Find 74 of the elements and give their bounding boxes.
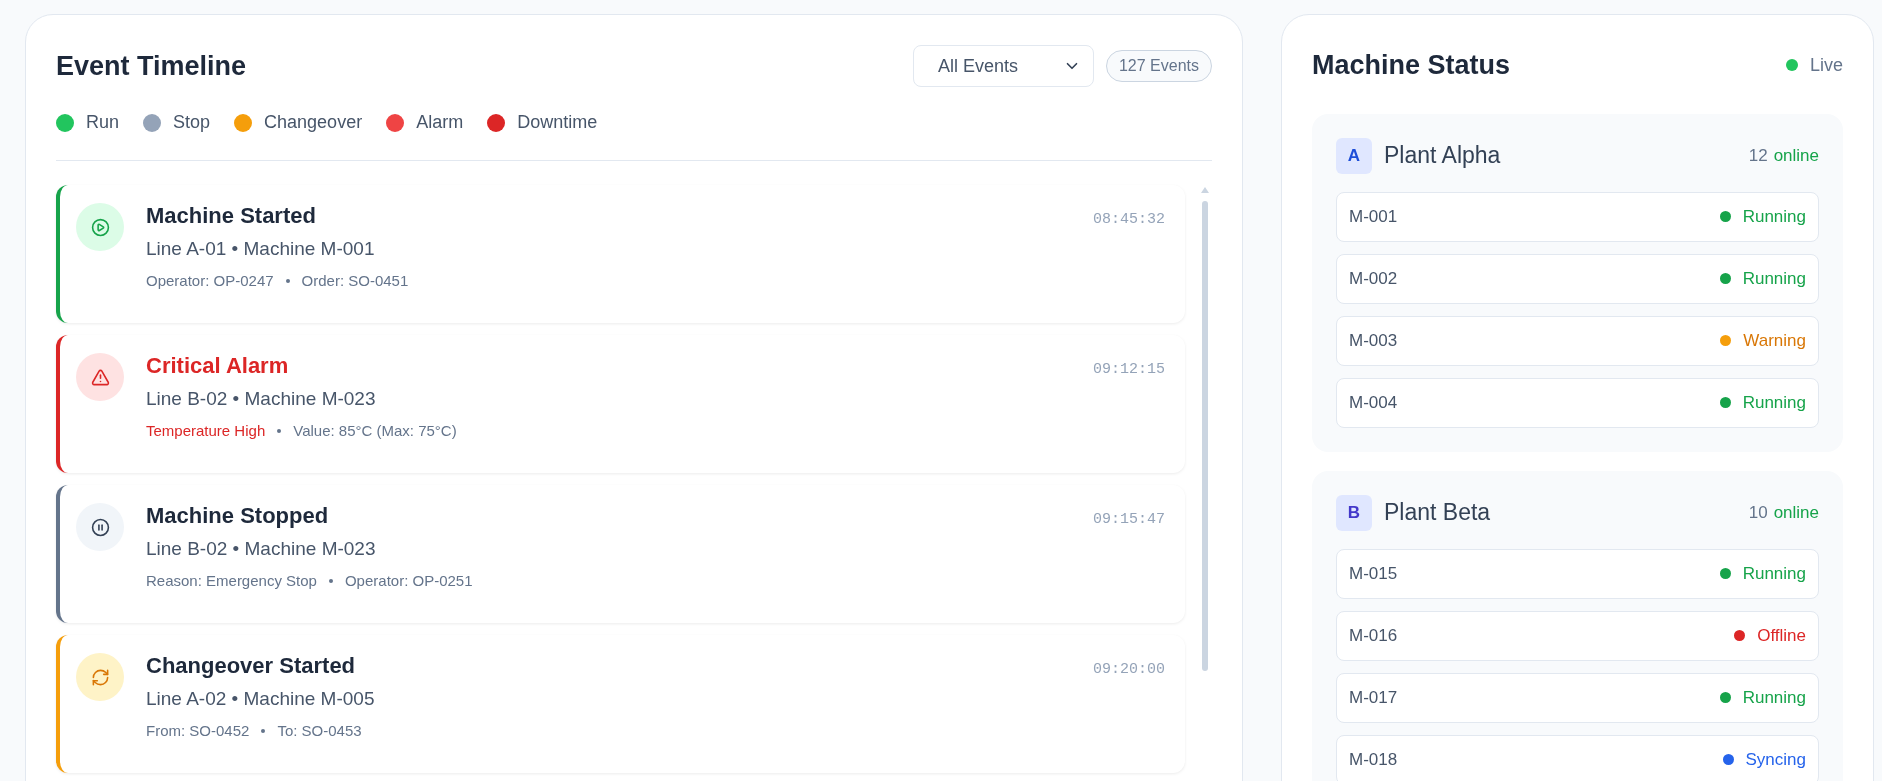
online-count: 12 [1748,144,1768,167]
plant-badge: B [1336,494,1372,531]
warning-icon [76,353,124,401]
plant-name: Plant Alpha [1384,141,1502,171]
event-card[interactable]: Changeover Started Line A-02 • Machine M-005 From: SO-0452 To: SO-0453 09:20:00 [56,635,1185,773]
refresh-icon [76,653,124,701]
machine-id: M-003 [1349,329,1399,352]
plant-badge: A [1336,137,1372,174]
legend-label: Downtime [517,111,598,134]
machine-id: M-001 [1349,205,1399,228]
status-label: Running [1742,267,1806,290]
online-count: 10 [1748,501,1768,524]
event-time: 09:15:47 [1093,510,1165,530]
play-icon [76,203,124,251]
event-title: Machine Stopped [146,502,330,530]
event-detail: Value: 85°C (Max: 75°C) [293,421,457,441]
machine-id: M-002 [1349,267,1399,290]
machine-row[interactable]: M-002 Running [1336,253,1819,304]
pause-icon [76,503,124,551]
event-detail: Temperature High [146,421,266,441]
online-label: online [1773,144,1819,167]
event-time: 08:45:32 [1093,210,1165,230]
bullet-separator [261,729,266,733]
event-location: Line B-02 • Machine M-023 [146,387,377,411]
event-card[interactable]: Critical Alarm Line B-02 • Machine M-023 Temperature High Value: 85°C (Max: 75°C) 09:12:15 [56,335,1185,473]
event-count: 127 Events [1105,50,1212,82]
panel-title: Machine Status [1312,49,1512,82]
plant-name: Plant Beta [1384,498,1492,528]
event-detail: To: SO-0453 [277,721,362,741]
event-time: 09:20:00 [1093,660,1165,680]
event-time: 09:12:15 [1093,360,1165,380]
machine-id: M-016 [1349,624,1399,647]
event-title: Changeover Started [146,652,357,680]
event-detail: Reason: Emergency Stop [146,571,317,591]
legend-label: Alarm [416,111,464,134]
online-label: online [1773,501,1819,524]
legend-label: Changeover [264,111,363,134]
machine-row[interactable]: M-017 Running [1336,672,1819,723]
machine-id: M-004 [1349,391,1399,414]
event-detail: Order: SO-0451 [301,271,409,291]
event-filter-dropdown[interactable]: All Events [912,45,1094,87]
event-card[interactable]: Machine Stopped Line B-02 • Machine M-023 Reason: Emergency Stop Operator: OP-0251 09:15:47 [56,485,1185,623]
event-location: Line A-01 • Machine M-001 [146,237,376,261]
event-title: Critical Alarm [146,352,290,380]
event-detail: From: SO-0452 [146,721,250,741]
status-label: Offline [1757,624,1806,647]
panel-title: Event Timeline [56,49,248,83]
bullet-separator [277,429,282,433]
machine-row[interactable]: M-016 Offline [1336,610,1819,661]
event-title: Machine Started [146,202,317,230]
live-label: Live [1809,53,1843,77]
machine-row[interactable]: M-003 Warning [1336,315,1819,366]
status-label: Syncing [1745,748,1806,771]
status-label: Running [1742,205,1806,228]
status-label: Warning [1743,329,1806,352]
machine-id: M-015 [1349,562,1399,585]
event-card[interactable]: Machine Started Line A-01 • Machine M-001 Operator: OP-0247 Order: SO-0451 08:45:32 [56,185,1185,323]
status-label: Running [1742,686,1806,709]
status-label: Running [1742,562,1806,585]
machine-row[interactable]: M-004 Running [1336,377,1819,428]
machine-row[interactable]: M-018 Syncing [1336,734,1819,781]
machine-id: M-017 [1349,686,1399,709]
bullet-separator [328,579,333,583]
legend-label: Stop [173,111,211,134]
event-location: Line B-02 • Machine M-023 [146,537,377,561]
machine-id: M-018 [1349,748,1399,771]
event-detail: Operator: OP-0251 [344,571,473,591]
machine-row[interactable]: M-015 Running [1336,548,1819,599]
status-label: Running [1742,391,1806,414]
event-location: Line A-02 • Machine M-005 [146,687,376,711]
bullet-separator [285,279,290,283]
machine-row[interactable]: M-001 Running [1336,191,1819,242]
legend-label: Run [86,111,120,134]
event-detail: Operator: OP-0247 [146,271,274,291]
